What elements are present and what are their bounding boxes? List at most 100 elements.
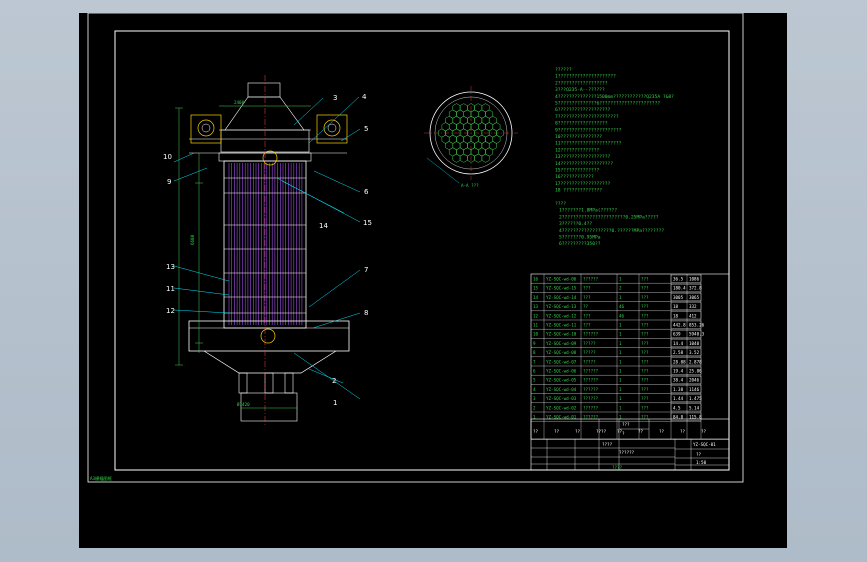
parts-cell: 5.14 <box>689 405 700 410</box>
title-block: ???? ??? ? ?????? ???? YZ-SQC-01 ?? 1:50 <box>530 418 730 471</box>
parts-cell: ??? <box>583 313 591 318</box>
part-label-14: 14 <box>319 222 328 230</box>
parts-cell: 4 <box>533 387 536 392</box>
parts-cell: 2 <box>533 405 536 410</box>
parts-cell: ????? <box>583 359 596 364</box>
parts-cell: 1 <box>619 323 622 328</box>
parts-cell: 1 <box>619 369 622 374</box>
parts-cell: 36.5 <box>673 277 684 282</box>
parts-cell: 5 <box>533 378 536 383</box>
note-line: 12?????????????? <box>555 147 599 153</box>
parts-cell: 372.8 <box>689 286 702 291</box>
parts-cell: YZ-SQC-wd-05 <box>546 378 577 383</box>
section-label: A-A ??? <box>461 183 479 188</box>
parts-cell: 10 <box>533 332 539 337</box>
note-line: 3??????0.4?? <box>559 221 592 227</box>
part-label-3: 3 <box>333 94 337 102</box>
note-line: 15?????????????? <box>555 168 599 174</box>
outer-border <box>87 13 744 483</box>
parts-cell: 442.8 <box>673 323 686 328</box>
parts-cell: YZ-SQC-wd-08 <box>546 350 577 355</box>
parts-cell: ??? <box>641 378 649 383</box>
parts-cell: YZ-SQC-wd-11 <box>546 323 577 328</box>
title-sign: ? <box>622 431 625 436</box>
hex-cell <box>474 153 483 163</box>
parts-cell: 853.26 <box>689 323 705 328</box>
parts-cell: 2.878 <box>689 359 702 364</box>
parts-cell: 1.38 <box>673 387 684 392</box>
parts-cell: ??? <box>641 387 649 392</box>
parts-cell: 12 <box>533 313 539 318</box>
parts-cell: ????? <box>583 341 596 346</box>
parts-cell: 1.44 <box>673 396 684 401</box>
parts-cell: 1 <box>619 341 622 346</box>
technical-notes: ??????1?????????????????????2???????????… <box>555 67 674 247</box>
parts-cell: ??? <box>641 359 649 364</box>
note-line: 18 ?????????????? <box>555 188 602 194</box>
parts-cell: 5940.3 <box>689 332 705 337</box>
parts-cell: ??? <box>641 323 649 328</box>
parts-cell: 18 <box>673 313 679 318</box>
parts-cell: YZ-SQC-wd-04 <box>546 387 577 392</box>
part-label-5: 5 <box>364 125 368 133</box>
parts-cell: 13 <box>533 304 539 309</box>
parts-cell: 38.4 <box>673 378 684 383</box>
dim-height: 6600 <box>190 234 195 245</box>
note-line: 4??????????????1500mm????????????Q235A ?… <box>555 94 674 100</box>
note-line: 1????????????????????? <box>555 74 616 80</box>
parts-cell: ??? <box>641 369 649 374</box>
parts-cell: 2 <box>619 286 622 291</box>
parts-cell: 15 <box>533 286 539 291</box>
note-line: 5??????????????6?????????????????????? <box>555 101 660 107</box>
parts-cell: ??? <box>641 304 649 309</box>
parts-header-cell: ?? <box>575 429 581 434</box>
cad-drawing-viewport[interactable]: 6600 2400 Ø1420 10 9 13 11 12 3 4 5 6 15… <box>79 13 787 548</box>
parts-cell: ??? <box>641 295 649 300</box>
parts-cell: YZ-SQC-wd-10 <box>546 332 577 337</box>
parts-cell: YZ-SQC-wd-02 <box>546 405 577 410</box>
note-line: 14??????????????????? <box>555 161 613 167</box>
bottom-cone <box>203 350 337 374</box>
part-label-6: 6 <box>364 188 369 196</box>
parts-cell: ??? <box>641 313 649 318</box>
parts-cell: YZ-SQC-wd-14 <box>546 295 577 300</box>
corner-stamp: A3横幅图框 <box>90 475 113 482</box>
parts-list-table: 16 YZ-SQC-wd-06?????? 1??? 36.5 108615 YZ-SQC… <box>530 273 730 440</box>
parts-cell: 46 <box>619 304 625 309</box>
parts-cell: 19.4 <box>673 369 684 374</box>
part-label-15: 15 <box>363 219 372 227</box>
parts-cell: 4.5 <box>673 405 681 410</box>
note-line: 17?????????????????? <box>555 181 611 187</box>
parts-header-cell: ?? <box>554 429 560 434</box>
parts-cell: ??? <box>583 295 591 300</box>
parts-cell: 14.4 <box>673 341 684 346</box>
note-line: ?????? <box>555 67 572 73</box>
title-mark: ???? <box>612 465 623 470</box>
title-extra: ??? <box>622 422 630 427</box>
cad-application-window: 6600 2400 Ø1420 10 9 13 11 12 3 4 5 6 15… <box>0 0 867 562</box>
parts-cell: YZ-SQC-wd-12 <box>546 313 577 318</box>
part-label-4: 4 <box>362 93 367 101</box>
parts-cell: 1146 <box>689 387 700 392</box>
right-leg <box>284 372 294 394</box>
lower-header-box <box>188 320 350 352</box>
drawing-sheet-no: ?? <box>696 452 702 457</box>
note-line: 2???????????????????????0.25MPa????? <box>559 214 659 220</box>
parts-cell: ?????? <box>583 277 599 282</box>
parts-cell: 6 <box>533 369 536 374</box>
parts-cell: 14 <box>533 295 539 300</box>
note-line: 2?????????????????? <box>555 80 608 86</box>
hex-cell <box>481 153 490 163</box>
parts-cell: 2.58 <box>673 350 684 355</box>
parts-cell: ??? <box>641 405 649 410</box>
drawing-ratio: 1:50 <box>696 460 707 465</box>
part-label-10: 10 <box>163 153 172 161</box>
parts-cell: 412 <box>689 313 697 318</box>
dim-bottom-width: Ø1420 <box>237 402 250 407</box>
parts-cell: ?????? <box>583 405 599 410</box>
parts-cell: ?????? <box>583 369 599 374</box>
parts-cell: 3 <box>533 396 536 401</box>
part-label-7: 7 <box>364 266 368 274</box>
part-label-8: 8 <box>364 309 368 317</box>
parts-cell: 1 <box>619 350 622 355</box>
